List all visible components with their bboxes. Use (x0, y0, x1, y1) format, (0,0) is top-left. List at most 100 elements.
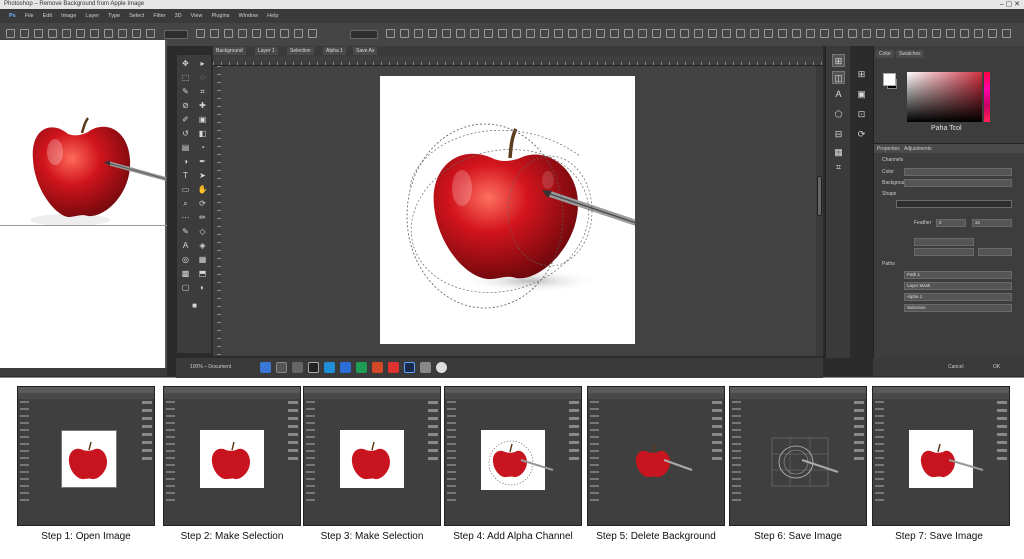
option-icon[interactable] (294, 29, 303, 38)
option-icon[interactable] (610, 29, 619, 38)
option-icon[interactable] (680, 29, 689, 38)
paths-icon[interactable]: ⊡ (855, 108, 868, 121)
search-icon[interactable] (276, 362, 287, 373)
option-icon[interactable] (34, 29, 43, 38)
shape-row-field[interactable] (896, 200, 1012, 208)
brush-icon[interactable]: ✐ (180, 114, 191, 125)
menu-item-file[interactable]: File (25, 13, 34, 19)
menu-item-filter[interactable]: Filter (153, 13, 165, 19)
text-small-icon[interactable]: A (180, 240, 191, 251)
option-icon[interactable] (428, 29, 437, 38)
option-icon[interactable] (750, 29, 759, 38)
tab-background[interactable]: Background (213, 47, 246, 55)
character-icon[interactable]: A (832, 88, 845, 101)
feather-input-2[interactable]: 32 (972, 219, 1012, 227)
settings-icon[interactable] (420, 362, 431, 373)
option-icon[interactable] (876, 29, 885, 38)
option-icon[interactable] (400, 29, 409, 38)
lasso-tool-icon[interactable]: ◌ (197, 72, 208, 83)
option-field[interactable] (350, 30, 378, 39)
shape-small-icon[interactable]: ◇ (197, 226, 208, 237)
tab-adjustments[interactable]: Adjustments (904, 146, 932, 152)
files-icon[interactable] (292, 362, 303, 373)
mail-icon[interactable] (340, 362, 351, 373)
tab-properties[interactable]: Properties (877, 146, 900, 152)
option-icon[interactable] (778, 29, 787, 38)
rotate-icon[interactable]: ⟳ (855, 128, 868, 141)
menu-item-image[interactable]: Image (61, 13, 76, 19)
option-icon[interactable] (890, 29, 899, 38)
option-icon[interactable] (708, 29, 717, 38)
option-icon[interactable] (638, 29, 647, 38)
properties-icon[interactable]: ⊟ (832, 128, 845, 141)
channel-option-1[interactable] (914, 238, 974, 246)
info-icon[interactable]: ▣ (855, 88, 868, 101)
option-icon[interactable] (308, 29, 317, 38)
color-picker-field[interactable] (907, 72, 982, 122)
cube-icon[interactable]: ⬒ (197, 268, 208, 279)
menu-item-ps[interactable]: Ps (9, 13, 16, 19)
workspace-scrollbar[interactable] (816, 66, 823, 356)
zoom-tool-icon[interactable]: ⌕ (180, 198, 191, 209)
menu-item-layer[interactable]: Layer (85, 13, 99, 19)
option-icon[interactable] (904, 29, 913, 38)
option-icon[interactable] (568, 29, 577, 38)
option-icon[interactable] (792, 29, 801, 38)
option-icon[interactable] (266, 29, 275, 38)
scroll-thumb[interactable] (817, 176, 822, 216)
excel-icon[interactable] (356, 362, 367, 373)
menu-item-help[interactable]: Help (267, 13, 278, 19)
feather-input[interactable]: 0 (936, 219, 966, 227)
option-icon[interactable] (540, 29, 549, 38)
option-icon[interactable] (20, 29, 29, 38)
option-icon[interactable] (736, 29, 745, 38)
option-icon[interactable] (806, 29, 815, 38)
history-icon[interactable]: ⊞ (832, 54, 845, 67)
mask-icon[interactable]: ◎ (180, 254, 191, 265)
option-icon[interactable] (252, 29, 261, 38)
fill-icon[interactable]: ◈ (197, 240, 208, 251)
path-select-icon[interactable]: ➤ (197, 170, 208, 181)
option-icon[interactable] (1002, 29, 1011, 38)
select-tool-icon[interactable]: ▸ (197, 58, 208, 69)
menu-item-3d[interactable]: 3D (175, 13, 182, 19)
healing-icon[interactable]: ✚ (197, 100, 208, 111)
hue-slider[interactable] (984, 72, 990, 122)
option-icon[interactable] (722, 29, 731, 38)
option-icon[interactable] (6, 29, 15, 38)
option-icon[interactable] (932, 29, 941, 38)
browser-icon[interactable] (308, 362, 319, 373)
start-icon[interactable] (260, 362, 271, 373)
app-icon[interactable] (436, 362, 447, 373)
shapes-icon[interactable]: ⬠ (832, 108, 845, 121)
option-icon[interactable] (470, 29, 479, 38)
option-icon[interactable] (582, 29, 591, 38)
option-icon[interactable] (652, 29, 661, 38)
menu-item-window[interactable]: Window (239, 13, 259, 19)
window-controls[interactable]: – ▢ ✕ (1000, 0, 1020, 9)
ok-button[interactable]: OK (993, 364, 1000, 370)
option-icon[interactable] (132, 29, 141, 38)
option-icon[interactable] (76, 29, 85, 38)
move-tool-icon[interactable]: ✥ (180, 58, 191, 69)
rotate-view-icon[interactable]: ⟳ (197, 198, 208, 209)
menu-item-type[interactable]: Type (108, 13, 120, 19)
tab-alpha-1[interactable]: Alpha 1 (323, 47, 346, 55)
frame-icon[interactable]: ▦ (197, 254, 208, 265)
screen-mode-icon[interactable]: ▢ (180, 282, 191, 293)
option-icon[interactable] (764, 29, 773, 38)
marquee-tool-icon[interactable]: ⬚ (180, 72, 191, 83)
eraser-icon[interactable]: ◧ (197, 128, 208, 139)
grid-icon[interactable]: ▩ (180, 268, 191, 279)
option-icon[interactable] (988, 29, 997, 38)
type-tool-icon[interactable]: T (180, 170, 191, 181)
foreground-color-swatch[interactable] (883, 73, 896, 86)
option-icon[interactable] (918, 29, 927, 38)
option-field[interactable] (164, 30, 188, 39)
option-icon[interactable] (834, 29, 843, 38)
history-brush-icon[interactable]: ↺ (180, 128, 191, 139)
tab-swatches[interactable]: Swatches (896, 50, 924, 58)
brush-small-icon[interactable]: ✏ (197, 212, 208, 223)
pen-tool-icon[interactable]: ✒ (197, 156, 208, 167)
menu-item-edit[interactable]: Edit (43, 13, 52, 19)
